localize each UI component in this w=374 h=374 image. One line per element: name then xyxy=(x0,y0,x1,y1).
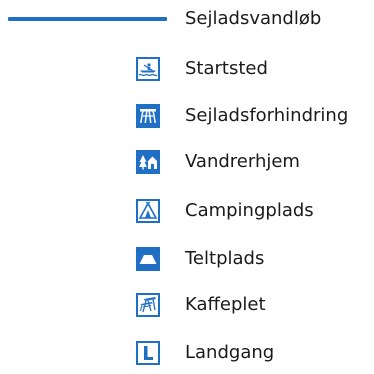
legend-label: Campingplads xyxy=(185,200,314,221)
navigable-stream-line xyxy=(8,17,167,21)
obstacle-icon xyxy=(136,104,160,128)
legend-label: Landgang xyxy=(185,342,275,363)
legend-row-tent-pitch: Teltplads xyxy=(0,244,374,274)
legend-label: Vandrerhjem xyxy=(185,151,300,172)
legend-label: Startsted xyxy=(185,58,268,79)
legend-row-campsite: Campingplads xyxy=(0,196,374,226)
legend-row-hostel: Vandrerhjem xyxy=(0,147,374,177)
legend-row-landing: Landgang xyxy=(0,338,374,368)
landing-icon xyxy=(136,341,160,365)
legend-label: Sejladsvandløb xyxy=(185,8,322,29)
hostel-icon xyxy=(136,150,160,174)
tent-pitch-icon xyxy=(136,247,160,271)
legend-label: Kaffeplet xyxy=(185,294,266,315)
legend-row-navigable-stream: Sejladsvandløb xyxy=(0,4,374,34)
legend-row-launch-site: Startsted xyxy=(0,54,374,84)
legend-row-picnic-spot: Kaffeplet xyxy=(0,290,374,320)
legend-row-obstacle: Sejladsforhindring xyxy=(0,101,374,131)
map-legend: Sejladsvandløb Startsted Sejladsforhindr… xyxy=(0,0,374,374)
tent-campsite-icon xyxy=(136,199,160,223)
picnic-table-icon xyxy=(136,293,160,317)
canoe-launch-icon xyxy=(136,57,160,81)
legend-label: Teltplads xyxy=(185,248,265,269)
legend-label: Sejladsforhindring xyxy=(185,105,349,126)
